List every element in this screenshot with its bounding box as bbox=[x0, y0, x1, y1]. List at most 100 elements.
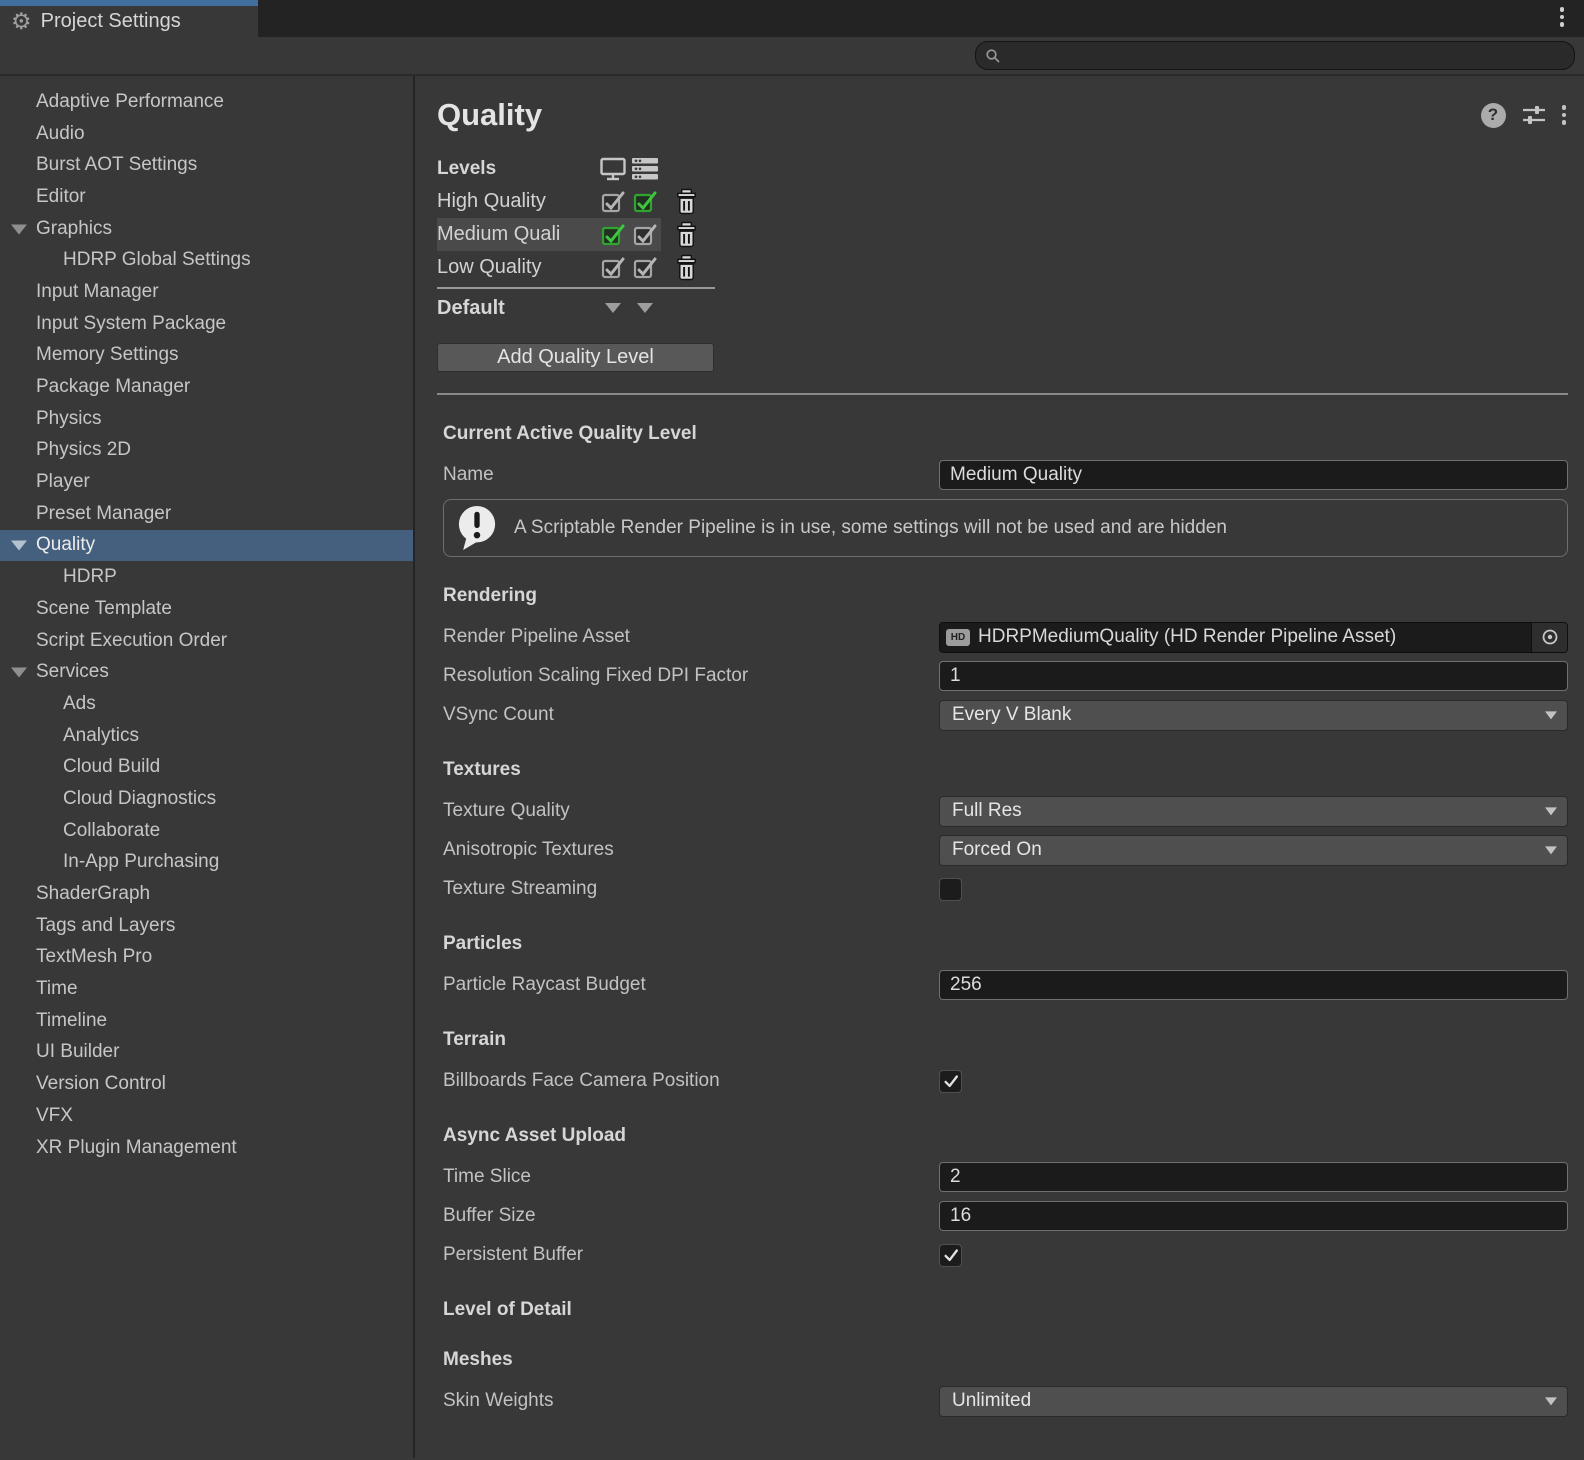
sidebar-item-timeline[interactable]: Timeline bbox=[0, 1005, 413, 1037]
section-heading: Rendering bbox=[443, 585, 1584, 607]
window-kebab-menu-icon[interactable] bbox=[1560, 7, 1565, 27]
dpi-factor-input[interactable] bbox=[939, 661, 1568, 691]
toolbar bbox=[0, 37, 1584, 76]
vsync-count-value: Every V Blank bbox=[952, 704, 1071, 726]
level-of-detail-section: Level of Detail bbox=[437, 1299, 1584, 1321]
sidebar-item-memory-settings[interactable]: Memory Settings bbox=[0, 340, 413, 372]
help-icon[interactable]: ? bbox=[1481, 103, 1506, 128]
sidebar-item-graphics[interactable]: Graphics bbox=[0, 213, 413, 245]
presets-icon[interactable] bbox=[1521, 103, 1547, 127]
level-platform-checkbox[interactable] bbox=[629, 189, 661, 215]
sidebar-item-in-app-purchasing[interactable]: In-App Purchasing bbox=[0, 847, 413, 879]
search-input[interactable] bbox=[1006, 47, 1574, 65]
sidebar-item-cloud-diagnostics[interactable]: Cloud Diagnostics bbox=[0, 783, 413, 815]
section-heading: Level of Detail bbox=[443, 1299, 1584, 1321]
particle-raycast-budget-input[interactable] bbox=[939, 970, 1568, 1000]
gear-icon: ⚙ bbox=[11, 10, 32, 33]
time-slice-input[interactable] bbox=[939, 1162, 1568, 1192]
sidebar-item-script-execution-order[interactable]: Script Execution Order bbox=[0, 625, 413, 657]
sidebar-item-tags-and-layers[interactable]: Tags and Layers bbox=[0, 910, 413, 942]
delete-level-button[interactable] bbox=[675, 254, 698, 281]
texture-quality-value: Full Res bbox=[952, 800, 1022, 822]
quality-name-input[interactable] bbox=[939, 460, 1568, 490]
object-picker-button[interactable] bbox=[1531, 623, 1567, 652]
sidebar-item-physics[interactable]: Physics bbox=[0, 403, 413, 435]
render-pipeline-asset-label: Render Pipeline Asset bbox=[443, 626, 939, 648]
sidebar-item-vfx[interactable]: VFX bbox=[0, 1100, 413, 1132]
persistent-buffer-checkbox[interactable] bbox=[939, 1244, 962, 1267]
desktop-platform-icon bbox=[599, 157, 627, 181]
sidebar-item-editor[interactable]: Editor bbox=[0, 181, 413, 213]
sidebar-item-services[interactable]: Services bbox=[0, 656, 413, 688]
expand-triangle-icon bbox=[11, 224, 27, 234]
async-asset-upload-section: Async Asset Upload Time Slice Buffer Siz… bbox=[437, 1125, 1584, 1271]
sidebar-item-xr-plugin-management[interactable]: XR Plugin Management bbox=[0, 1132, 413, 1164]
sidebar-item-input-system-package[interactable]: Input System Package bbox=[0, 308, 413, 340]
chevron-down-icon bbox=[1545, 846, 1557, 854]
other-platforms-icon bbox=[632, 157, 658, 181]
level-name: High Quality bbox=[437, 190, 597, 213]
quality-level-row: Low Quality bbox=[437, 251, 1584, 284]
sidebar-item-shadergraph[interactable]: ShaderGraph bbox=[0, 878, 413, 910]
sidebar-item-hdrp-global-settings[interactable]: HDRP Global Settings bbox=[0, 244, 413, 276]
sidebar-item-input-manager[interactable]: Input Manager bbox=[0, 276, 413, 308]
default-desktop-dropdown-icon[interactable] bbox=[605, 303, 621, 313]
sidebar-item-adaptive-performance[interactable]: Adaptive Performance bbox=[0, 86, 413, 118]
delete-level-button[interactable] bbox=[675, 188, 698, 215]
sidebar-item-ads[interactable]: Ads bbox=[0, 688, 413, 720]
sidebar-item-hdrp[interactable]: HDRP bbox=[0, 561, 413, 593]
skin-weights-value: Unlimited bbox=[952, 1390, 1031, 1412]
tab-title: Project Settings bbox=[41, 10, 181, 33]
particles-section: Particles Particle Raycast Budget bbox=[437, 933, 1584, 1001]
level-desktop-checkbox[interactable] bbox=[597, 222, 629, 248]
anisotropic-textures-dropdown[interactable]: Forced On bbox=[939, 835, 1568, 866]
quality-level-row: High Quality bbox=[437, 185, 1584, 218]
texture-streaming-checkbox[interactable] bbox=[939, 878, 962, 901]
sidebar-item-analytics[interactable]: Analytics bbox=[0, 720, 413, 752]
billboards-face-camera-label: Billboards Face Camera Position bbox=[443, 1070, 939, 1092]
sidebar-item-burst-aot-settings[interactable]: Burst AOT Settings bbox=[0, 149, 413, 181]
search-icon bbox=[985, 48, 1001, 64]
add-quality-level-button[interactable]: Add Quality Level bbox=[437, 343, 714, 372]
search-box[interactable] bbox=[975, 41, 1575, 70]
sidebar-item-player[interactable]: Player bbox=[0, 466, 413, 498]
billboards-face-camera-checkbox[interactable] bbox=[939, 1070, 962, 1093]
default-platform-dropdown-icon[interactable] bbox=[637, 303, 653, 313]
check-icon bbox=[942, 1072, 960, 1090]
sidebar-item-time[interactable]: Time bbox=[0, 973, 413, 1005]
srp-info-text: A Scriptable Render Pipeline is in use, … bbox=[514, 517, 1227, 539]
level-desktop-checkbox[interactable] bbox=[597, 189, 629, 215]
level-platform-checkbox[interactable] bbox=[629, 255, 661, 281]
tab-project-settings[interactable]: ⚙ Project Settings bbox=[0, 0, 258, 37]
level-platform-checkbox[interactable] bbox=[629, 222, 661, 248]
sidebar-item-cloud-build[interactable]: Cloud Build bbox=[0, 751, 413, 783]
sidebar-item-ui-builder[interactable]: UI Builder bbox=[0, 1037, 413, 1069]
render-pipeline-asset-value: HDRPMediumQuality (HD Render Pipeline As… bbox=[978, 626, 1531, 648]
sidebar-item-package-manager[interactable]: Package Manager bbox=[0, 371, 413, 403]
anisotropic-textures-label: Anisotropic Textures bbox=[443, 839, 939, 861]
page-title: Quality bbox=[437, 97, 542, 133]
sidebar-item-version-control[interactable]: Version Control bbox=[0, 1068, 413, 1100]
panel-kebab-menu-icon[interactable] bbox=[1562, 105, 1567, 125]
meshes-section: Meshes Skin Weights Unlimited bbox=[437, 1349, 1584, 1417]
render-pipeline-asset-field[interactable]: HD HDRPMediumQuality (HD Render Pipeline… bbox=[939, 622, 1568, 653]
sidebar-item-preset-manager[interactable]: Preset Manager bbox=[0, 498, 413, 530]
delete-level-button[interactable] bbox=[675, 221, 698, 248]
rendering-section: Rendering Render Pipeline Asset HD HDRPM… bbox=[437, 585, 1584, 731]
srp-info-box: A Scriptable Render Pipeline is in use, … bbox=[443, 499, 1568, 557]
level-name: Low Quality bbox=[437, 256, 597, 279]
vsync-count-dropdown[interactable]: Every V Blank bbox=[939, 700, 1568, 731]
skin-weights-dropdown[interactable]: Unlimited bbox=[939, 1386, 1568, 1417]
textures-section: Textures Texture Quality Full Res Anisot… bbox=[437, 759, 1584, 905]
sidebar-item-quality[interactable]: Quality bbox=[0, 530, 413, 562]
check-icon bbox=[942, 1246, 960, 1264]
sidebar-item-textmesh-pro[interactable]: TextMesh Pro bbox=[0, 942, 413, 974]
sidebar-item-physics-2d[interactable]: Physics 2D bbox=[0, 435, 413, 467]
sidebar-item-audio[interactable]: Audio bbox=[0, 118, 413, 150]
buffer-size-input[interactable] bbox=[939, 1201, 1568, 1231]
texture-quality-dropdown[interactable]: Full Res bbox=[939, 796, 1568, 827]
checkbox-checked-gray-icon bbox=[632, 222, 658, 248]
sidebar-item-collaborate[interactable]: Collaborate bbox=[0, 815, 413, 847]
level-desktop-checkbox[interactable] bbox=[597, 255, 629, 281]
sidebar-item-scene-template[interactable]: Scene Template bbox=[0, 593, 413, 625]
